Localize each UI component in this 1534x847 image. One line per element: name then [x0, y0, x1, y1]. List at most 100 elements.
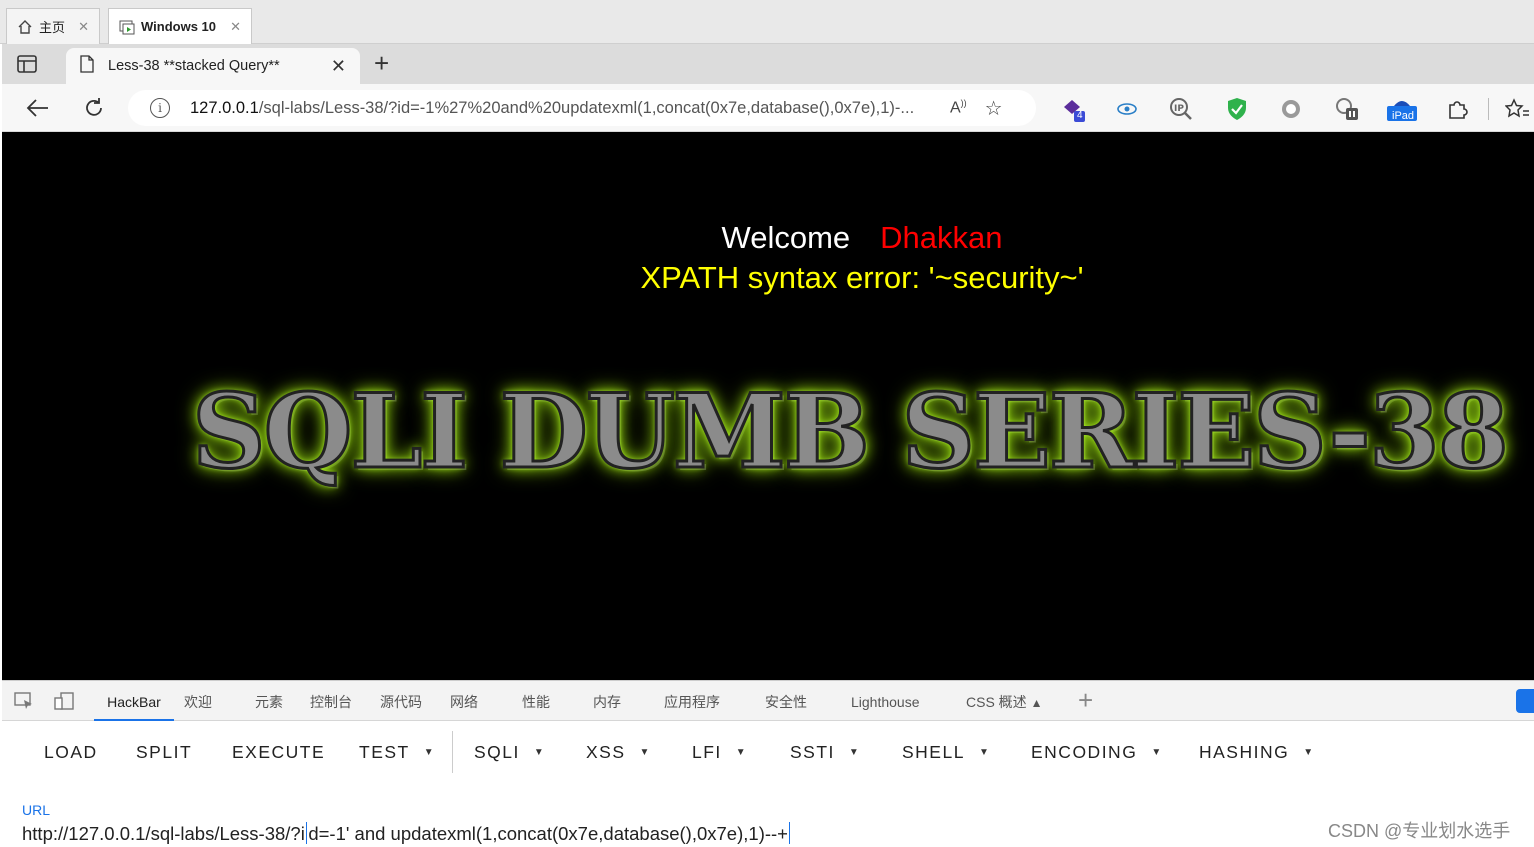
caret-down-icon: ▼ [735, 746, 748, 758]
split-button[interactable]: SPLIT [136, 739, 192, 765]
xss-label: XSS [586, 741, 626, 762]
welcome-text: Welcome [721, 220, 851, 255]
vm-tab-label: 主页 [39, 20, 66, 35]
svg-text:IP: IP [1174, 104, 1184, 114]
devtools-panel: HackBar 欢迎 元素 控制台 源代码 网络 性能 内存 应用程序 安全性 … [2, 680, 1534, 847]
devtools-tab-bar: HackBar 欢迎 元素 控制台 源代码 网络 性能 内存 应用程序 安全性 … [2, 681, 1534, 721]
series-banner-image: SQLI DUMB SERIES-38 [191, 371, 1511, 494]
caret-down-icon: ▼ [1151, 746, 1163, 758]
tab-elements[interactable]: 元素 [255, 681, 283, 721]
ssti-dropdown[interactable]: SSTI ▼ [790, 739, 860, 765]
lfi-label: LFI [692, 741, 722, 762]
web-page: Welcome Dhakkan XPATH syntax error: '~sec… [2, 132, 1534, 680]
url-text-start: http://127.0.0.1/sql-labs/Less-38/?i [22, 823, 305, 844]
vm-tab-label: Windows 10 [141, 19, 217, 34]
flask-icon: ▲ [1030, 696, 1043, 710]
address-url[interactable]: 127.0.0.1/sql-labs/Less-38/?id=-1%27%20a… [190, 99, 940, 118]
extension-badge-count: 4 [1077, 110, 1083, 121]
lfi-dropdown[interactable]: LFI ▼ [692, 739, 747, 765]
caret-down-icon: ▼ [978, 746, 991, 758]
shield-icon[interactable] [1224, 96, 1250, 122]
caret-down-icon: ▼ [848, 746, 861, 758]
url-input[interactable]: http://127.0.0.1/sql-labs/Less-38/?i d=-1… [22, 822, 791, 845]
favorites-icon[interactable] [1504, 96, 1530, 122]
execute-button[interactable]: EXECUTE [232, 739, 325, 765]
url-path: /sql-labs/Less-38/?id=-1%27%20and%20upda… [258, 98, 915, 117]
add-favorite-icon[interactable]: ☆ [985, 96, 1003, 121]
shell-dropdown[interactable]: SHELL ▼ [902, 739, 990, 765]
ip-lookup-icon[interactable]: IP [1168, 96, 1194, 122]
eye-extension-icon[interactable] [1114, 96, 1140, 122]
hashing-dropdown[interactable]: HASHING ▼ [1199, 739, 1315, 765]
tab-welcome[interactable]: 欢迎 [184, 681, 212, 721]
read-aloud-icon[interactable]: A)) [950, 98, 967, 117]
tab-performance[interactable]: 性能 [522, 681, 550, 721]
extension-badge-icon[interactable]: 4 [1060, 96, 1086, 122]
test-dropdown[interactable]: TEST ▼ [359, 739, 435, 765]
close-icon[interactable]: ✕ [230, 19, 241, 35]
tab-lighthouse[interactable]: Lighthouse [851, 681, 920, 721]
record-icon[interactable] [1278, 96, 1304, 122]
address-bar[interactable]: i 127.0.0.1/sql-labs/Less-38/?id=-1%27%2… [128, 90, 1036, 126]
tab-css-overview[interactable]: CSS 概述 ▲ [966, 681, 1042, 721]
tab-console[interactable]: 控制台 [310, 681, 352, 721]
caret-down-icon: ▼ [423, 746, 436, 758]
browser-tab-strip: Less-38 **stacked Query** ✕ + [2, 44, 1534, 84]
sqli-label: SQLI [474, 741, 520, 762]
close-icon[interactable]: ✕ [78, 19, 89, 35]
hashing-label: HASHING [1199, 741, 1290, 762]
encoding-dropdown[interactable]: ENCODING ▼ [1031, 739, 1163, 765]
welcome-line: Welcome Dhakkan [2, 220, 1534, 256]
gear-pause-icon[interactable] [1334, 96, 1360, 122]
ssti-label: SSTI [790, 741, 835, 762]
load-button[interactable]: LOAD [44, 739, 98, 765]
page-icon [80, 55, 94, 77]
xss-dropdown[interactable]: XSS ▼ [586, 739, 651, 765]
vm-tab-strip: 主页 ✕ Windows 10 ✕ [0, 0, 1534, 44]
test-label: TEST [359, 741, 410, 762]
back-icon[interactable] [24, 94, 52, 122]
encoding-label: ENCODING [1031, 741, 1138, 762]
home-icon [17, 19, 33, 35]
tab-security[interactable]: 安全性 [765, 681, 807, 721]
device-emulation-icon[interactable] [54, 692, 74, 710]
devtools-settings-icon[interactable] [1516, 689, 1534, 713]
add-tab-icon[interactable]: + [1078, 685, 1093, 716]
vm-icon [119, 19, 135, 35]
info-icon[interactable]: i [150, 98, 170, 118]
close-tab-icon[interactable]: ✕ [331, 56, 346, 77]
load-label: LOAD [44, 741, 98, 762]
inspect-icon[interactable] [14, 692, 34, 710]
caret-down-icon: ▼ [533, 746, 546, 758]
new-tab-button[interactable]: + [374, 50, 398, 78]
tab-application[interactable]: 应用程序 [664, 681, 720, 721]
extensions-puzzle-icon[interactable] [1444, 96, 1470, 122]
split-label: SPLIT [136, 741, 193, 762]
browser-toolbar: i 127.0.0.1/sql-labs/Less-38/?id=-1%27%2… [2, 84, 1534, 132]
error-message: XPATH syntax error: '~security~' [640, 260, 1084, 295]
toolbar-divider [1488, 98, 1489, 120]
caret-down-icon: ▼ [1303, 746, 1315, 758]
ipad-extension-icon[interactable]: iPad [1386, 96, 1418, 122]
toolbar-divider [452, 731, 453, 773]
execute-label: EXECUTE [232, 741, 326, 762]
refresh-icon[interactable] [80, 94, 108, 122]
tab-memory[interactable]: 内存 [593, 681, 621, 721]
vm-tab-home[interactable]: 主页 ✕ [6, 8, 100, 44]
tab-hackbar[interactable]: HackBar [94, 681, 174, 721]
watermark: CSDN @专业划水选手 [1328, 821, 1511, 841]
vm-tab-windows10[interactable]: Windows 10 ✕ [108, 8, 252, 44]
tab-network[interactable]: 网络 [450, 681, 478, 721]
user-name: Dhakkan [880, 220, 1003, 255]
browser-tab[interactable]: Less-38 **stacked Query** ✕ [66, 48, 360, 84]
sqli-dropdown[interactable]: SQLI ▼ [474, 739, 545, 765]
ipad-label: iPad [1392, 110, 1415, 122]
tab-title: Less-38 **stacked Query** [108, 58, 280, 74]
url-field-label: URL [22, 802, 51, 818]
url-text-end: d=-1' and updatexml(1,concat(0x7e,databa… [308, 823, 788, 844]
tab-sources[interactable]: 源代码 [380, 681, 422, 721]
tab-actions-icon[interactable] [16, 53, 40, 75]
caret-down-icon: ▼ [639, 746, 651, 758]
shell-label: SHELL [902, 741, 965, 762]
text-cursor [788, 822, 791, 844]
